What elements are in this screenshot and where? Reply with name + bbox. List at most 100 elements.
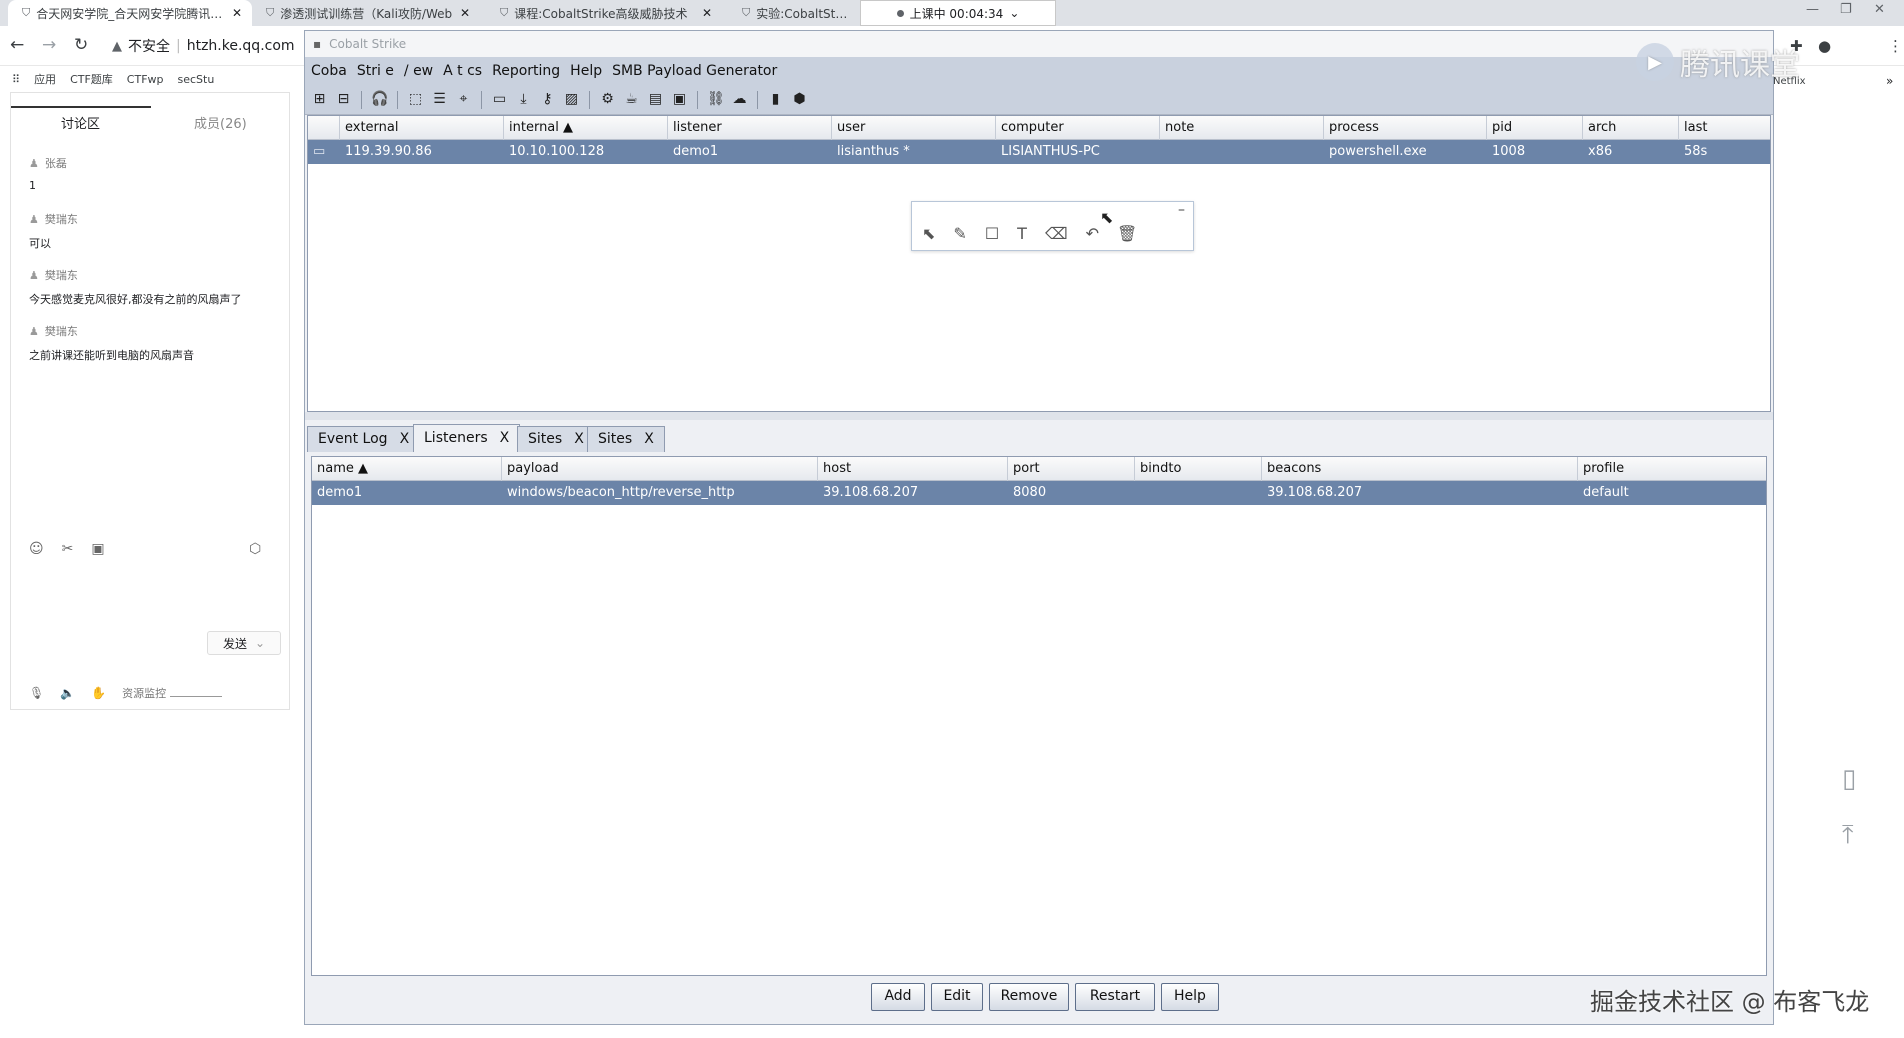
browser-tab-1[interactable]: ⛉ 合天网安学院_合天网安学院腾讯课堂 ✕ [8, 0, 252, 26]
new-connection-icon[interactable]: ⊞ [311, 91, 328, 108]
disconnect-icon[interactable]: ⊟ [335, 91, 352, 108]
column-header-arch[interactable]: arch [1583, 116, 1679, 140]
menu-strike[interactable]: Stri e [357, 63, 394, 79]
close-icon[interactable]: ✕ [232, 6, 242, 20]
column-header-external[interactable]: external [340, 116, 504, 140]
remove-button[interactable]: Remove [989, 983, 1069, 1011]
link-icon[interactable]: ⛓ [707, 91, 725, 108]
column-header-last[interactable]: last [1679, 116, 1770, 140]
download-icon[interactable]: ⤓ [515, 91, 532, 108]
table-row[interactable]: demo1 windows/beacon_http/reverse_http 3… [312, 481, 1766, 505]
restart-button[interactable]: Restart [1075, 983, 1155, 1011]
image-icon[interactable]: ▣ [91, 541, 104, 557]
tab-members[interactable]: 成员(26) [194, 113, 247, 132]
rectangle-icon[interactable]: ☐ [985, 224, 999, 243]
tab-close-icon[interactable]: X [400, 427, 410, 452]
tab-discussion[interactable]: 讨论区 [61, 113, 100, 132]
menu-smb-payload-generator[interactable]: SMB Payload Generator [612, 63, 777, 79]
session-table-icon[interactable]: ☰ [431, 91, 448, 108]
tab-close-icon[interactable]: X [574, 427, 584, 452]
minimize-icon[interactable]: — [1806, 2, 1819, 17]
emoji-icon[interactable]: ☺ [29, 541, 44, 557]
cube-icon[interactable]: ⬢ [791, 91, 808, 108]
tab-listeners[interactable]: Listeners X [413, 424, 521, 452]
more-menu-icon[interactable]: ⋮ [1888, 37, 1903, 55]
cloud-icon[interactable]: ☁ [731, 91, 748, 108]
column-header-user[interactable]: user [832, 116, 996, 140]
minimize-icon[interactable]: – [1178, 202, 1185, 218]
coffee-icon[interactable]: ☕ [623, 91, 640, 108]
column-header-process[interactable]: process [1324, 116, 1487, 140]
column-header-computer[interactable]: computer [996, 116, 1160, 140]
pen-icon[interactable]: ✎ [953, 224, 966, 243]
resource-monitor[interactable]: 资源监控 [122, 685, 222, 701]
browser-tab-4[interactable]: ⛉ 实验:CobaltStrike [728, 0, 860, 26]
document-icon[interactable]: ▤ [647, 91, 664, 108]
trash-icon[interactable]: 🗑 [1117, 224, 1137, 243]
close-icon[interactable]: ✕ [702, 6, 712, 20]
add-button[interactable]: Add [871, 983, 925, 1011]
text-icon[interactable]: T [1017, 224, 1027, 243]
bookmark-secstu[interactable]: secStu [178, 73, 215, 86]
menu-cobalt[interactable]: Coba [311, 63, 347, 79]
credentials-icon[interactable]: ▭ [491, 91, 508, 108]
apps-grid-icon[interactable]: ⠿ [12, 73, 20, 86]
scissors-icon[interactable]: ✂ [62, 541, 74, 557]
help-button[interactable]: Help [1161, 983, 1219, 1011]
forward-icon[interactable]: → [42, 35, 56, 55]
tab-sites-2[interactable]: Sites X [587, 426, 665, 452]
column-header-port[interactable]: port [1008, 457, 1135, 481]
pane-splitter[interactable] [305, 412, 1773, 420]
profile-icon[interactable]: ● [1818, 37, 1831, 55]
window-close-icon[interactable]: ✕ [1874, 2, 1885, 17]
column-header-note[interactable]: note [1160, 116, 1324, 140]
edit-button[interactable]: Edit [931, 983, 983, 1011]
book-icon[interactable]: ▮ [767, 91, 784, 108]
column-header-bindto[interactable]: bindto [1135, 457, 1262, 481]
bookmark-ctfwp[interactable]: CTFwp [127, 73, 164, 86]
tab-close-icon[interactable]: X [644, 427, 654, 452]
browser-tab-3[interactable]: ⛉ 课程:CobaltStrike高级威胁技术 ✕ [486, 0, 722, 26]
send-button[interactable]: 发送 ⌄ [207, 631, 281, 655]
column-header-listener[interactable]: listener [668, 116, 832, 140]
table-row[interactable]: ▭ 119.39.90.86 10.10.100.128 demo1 lisia… [308, 140, 1770, 164]
back-to-top-icon[interactable]: ⤒ [1842, 820, 1854, 851]
mobile-icon[interactable]: ▯ [1842, 764, 1856, 794]
tab-event-log[interactable]: Event Log X [307, 426, 421, 452]
bookmark-apps[interactable]: 应用 [34, 71, 56, 87]
screenshot-icon[interactable]: ▨ [563, 91, 580, 108]
browser-tab-2[interactable]: ⛉ 渗透测试训练营（Kali攻防/Web ✕ [252, 0, 480, 26]
reload-icon[interactable]: ↻ [74, 35, 88, 55]
column-header-pid[interactable]: pid [1487, 116, 1583, 140]
menu-attacks[interactable]: A t cs [443, 63, 482, 79]
menu-reporting[interactable]: Reporting [492, 63, 560, 79]
column-header-payload[interactable]: payload [502, 457, 818, 481]
bookmarks-more-icon[interactable]: » [1886, 74, 1893, 88]
eraser-icon[interactable]: ⌫ [1045, 224, 1068, 243]
column-header-beacons[interactable]: beacons [1262, 457, 1578, 481]
column-header-host[interactable]: host [818, 457, 1008, 481]
speaker-icon[interactable]: 🔈 [60, 686, 75, 700]
pointer-icon[interactable]: ⬉ [922, 224, 935, 243]
undo-icon[interactable]: ↶ [1086, 224, 1099, 243]
target-table-icon[interactable]: ⌖ [455, 91, 472, 108]
settings-icon[interactable]: ⬡ [249, 541, 261, 557]
headphones-icon[interactable]: 🎧 [371, 91, 388, 108]
close-icon[interactable]: ✕ [460, 6, 470, 20]
column-header-name[interactable]: name ▲ [312, 457, 502, 481]
column-header-profile[interactable]: profile [1578, 457, 1766, 481]
chevron-down-icon[interactable]: ⌄ [255, 636, 265, 650]
microphone-icon[interactable]: 🎙 [29, 686, 44, 700]
back-icon[interactable]: ← [10, 35, 24, 55]
gear-icon[interactable]: ⚙ [599, 91, 616, 108]
address-bar[interactable]: ▲ 不安全 | htzh.ke.qq.com [112, 34, 304, 58]
hand-icon[interactable]: ✋ [91, 686, 106, 700]
terminal-icon[interactable]: ▣ [671, 91, 688, 108]
restore-icon[interactable]: ❐ [1840, 2, 1852, 17]
tab-sites-1[interactable]: Sites X [517, 426, 595, 452]
key-icon[interactable]: ⚷ [539, 91, 556, 108]
bookmark-ctf-bank[interactable]: CTF题库 [70, 71, 113, 87]
menu-help[interactable]: Help [570, 63, 602, 79]
tab-close-icon[interactable]: X [500, 425, 510, 452]
pivot-graph-icon[interactable]: ⬚ [407, 91, 424, 108]
